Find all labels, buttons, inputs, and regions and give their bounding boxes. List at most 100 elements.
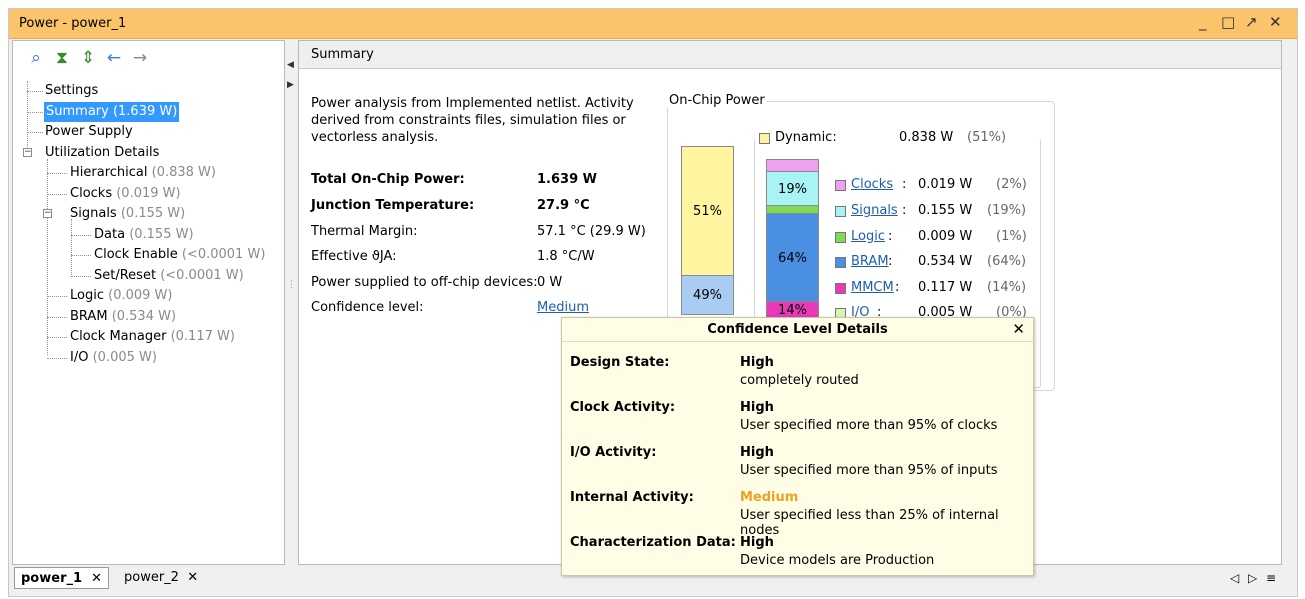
tree-item-settings[interactable]: Settings bbox=[45, 81, 98, 101]
internal-activity-level: Medium bbox=[740, 490, 799, 505]
design-state-desc: completely routed bbox=[740, 373, 859, 388]
tab-close-icon[interactable]: ✕ bbox=[187, 570, 198, 585]
tree-item-label: Data bbox=[94, 227, 126, 242]
legend-colon: : bbox=[902, 203, 907, 218]
collapse-left-arrow-icon[interactable]: ◀ bbox=[287, 60, 294, 70]
clocks-link[interactable]: Clocks bbox=[851, 177, 893, 192]
bram-link[interactable]: BRAM bbox=[851, 254, 889, 269]
tree-item-label: Clock Enable bbox=[94, 247, 178, 262]
tree-item-set-reset[interactable]: Set/Reset (<0.0001 W) bbox=[94, 266, 244, 286]
expand-all-icon[interactable]: ⇕ bbox=[77, 47, 99, 69]
collapse-signals-icon[interactable]: − bbox=[43, 209, 52, 218]
collapse-all-icon[interactable]: ⧗ bbox=[51, 47, 73, 69]
bram-segment: 64% bbox=[766, 213, 819, 302]
logic-swatch bbox=[835, 232, 846, 243]
tab-power-2[interactable]: power_2 ✕ bbox=[118, 567, 204, 589]
back-arrow-icon[interactable]: ← bbox=[103, 47, 125, 69]
tree-item-value: (0.534 W) bbox=[111, 309, 177, 324]
clock-activity-level: High bbox=[740, 400, 774, 415]
tree-item-label: BRAM bbox=[70, 309, 108, 324]
popup-close-icon[interactable]: ✕ bbox=[1012, 320, 1025, 338]
clocks-swatch bbox=[835, 180, 846, 191]
characterization-data-level: High bbox=[740, 535, 774, 550]
minimize-icon[interactable]: _ bbox=[1199, 13, 1207, 31]
tab-power-1[interactable]: power_1 ✕ bbox=[14, 567, 109, 589]
internal-activity-desc: User specified less than 25% of internal… bbox=[740, 508, 999, 538]
window-titlebar: Power - power_1 _ □ ↗ ✕ bbox=[9, 9, 1297, 39]
maximize-icon[interactable]: □ bbox=[1221, 13, 1235, 31]
tree-item-label: Clock Manager bbox=[70, 329, 167, 344]
legend-colon: : bbox=[902, 177, 907, 192]
mmcm-pct: (14%) bbox=[987, 280, 1027, 295]
dynamic-power-bar: 51% bbox=[681, 146, 734, 276]
restore-icon[interactable]: ↗ bbox=[1245, 13, 1258, 31]
thermal-margin-value: 57.1 °C (29.9 W) bbox=[537, 224, 646, 239]
thermal-margin-label: Thermal Margin: bbox=[311, 224, 418, 239]
signals-pct: (19%) bbox=[987, 203, 1027, 218]
tab-label: power_2 bbox=[124, 570, 179, 585]
tree-item-bram[interactable]: BRAM (0.534 W) bbox=[70, 307, 176, 327]
logic-link[interactable]: Logic bbox=[851, 229, 885, 244]
junction-temp-value: 27.9 °C bbox=[537, 198, 590, 213]
mmcm-link[interactable]: MMCM bbox=[851, 280, 894, 295]
confidence-level-label: Confidence level: bbox=[311, 300, 424, 315]
tree-item-label: Signals bbox=[70, 206, 117, 221]
total-power-value: 1.639 W bbox=[537, 172, 597, 187]
effective-theta-label: Effective ϑJA: bbox=[311, 249, 397, 264]
tree-item-data[interactable]: Data (0.155 W) bbox=[94, 225, 194, 245]
design-state-label: Design State: bbox=[570, 355, 670, 370]
bram-value: 0.534 W bbox=[918, 254, 973, 269]
tab-scroll-left-icon[interactable]: ◁ bbox=[1230, 571, 1239, 585]
mmcm-pct-label: 14% bbox=[778, 303, 807, 318]
tree-item-label: Set/Reset bbox=[94, 268, 157, 283]
internal-activity-label: Internal Activity: bbox=[570, 490, 694, 505]
io-activity-label: I/O Activity: bbox=[570, 445, 657, 460]
expand-right-arrow-icon[interactable]: ▶ bbox=[287, 80, 294, 90]
static-power-bar: 49% bbox=[681, 275, 734, 315]
tree-item-logic[interactable]: Logic (0.009 W) bbox=[70, 286, 172, 306]
collapse-utilization-icon[interactable]: − bbox=[23, 148, 32, 157]
tree-item-io[interactable]: I/O (0.005 W) bbox=[70, 348, 157, 368]
tree-item-value: (<0.0001 W) bbox=[181, 247, 266, 262]
io-activity-desc: User specified more than 95% of inputs bbox=[740, 463, 998, 478]
tree-item-signals[interactable]: Signals (0.155 W) bbox=[70, 204, 185, 224]
logic-value: 0.009 W bbox=[918, 229, 973, 244]
search-icon[interactable]: ⌕ bbox=[25, 47, 47, 69]
tree-item-utilization-details[interactable]: Utilization Details bbox=[45, 143, 159, 163]
signals-segment: 19% bbox=[766, 171, 819, 206]
tree-item-summary[interactable]: Summary (1.639 W) bbox=[44, 102, 180, 122]
tab-scroll-right-icon[interactable]: ▷ bbox=[1248, 571, 1257, 585]
tree-item-value: (0.009 W) bbox=[108, 288, 173, 303]
clock-activity-label: Clock Activity: bbox=[570, 400, 676, 415]
legend-colon: : bbox=[888, 254, 893, 269]
tree-item-value: (0.019 W) bbox=[116, 186, 181, 201]
tree-item-label: I/O bbox=[70, 350, 89, 365]
signals-link[interactable]: Signals bbox=[851, 203, 898, 218]
confidence-level-link[interactable]: Medium bbox=[537, 300, 589, 315]
clock-activity-desc: User specified more than 95% of clocks bbox=[740, 418, 998, 433]
close-icon[interactable]: ✕ bbox=[1269, 13, 1282, 31]
forward-arrow-icon[interactable]: → bbox=[129, 47, 151, 69]
tab-close-icon[interactable]: ✕ bbox=[91, 571, 102, 586]
legend-colon: : bbox=[895, 280, 900, 295]
bram-pct: (64%) bbox=[987, 254, 1027, 269]
tree-item-clocks[interactable]: Clocks (0.019 W) bbox=[70, 184, 181, 204]
tab-label: power_1 bbox=[21, 571, 83, 586]
summary-header: Summary bbox=[299, 41, 1281, 69]
tree-item-clock-enable[interactable]: Clock Enable (<0.0001 W) bbox=[94, 245, 265, 265]
panel-splitter[interactable]: ◀ ▶ ⋮ bbox=[285, 40, 298, 565]
on-chip-power-title: On-Chip Power bbox=[667, 93, 767, 108]
tree-item-power-supply[interactable]: Power Supply bbox=[45, 122, 133, 142]
tree-item-value: (0.155 W) bbox=[120, 206, 186, 221]
tree-item-value: (0.838 W) bbox=[151, 165, 216, 180]
bram-swatch bbox=[835, 257, 846, 268]
tree-item-label: Hierarchical bbox=[70, 165, 148, 180]
tree-item-value: (0.155 W) bbox=[129, 227, 194, 242]
analysis-description: Power analysis from Implemented netlist.… bbox=[311, 96, 634, 145]
tab-list-icon[interactable]: ≡ bbox=[1266, 571, 1276, 585]
tree-item-clock-manager[interactable]: Clock Manager (0.117 W) bbox=[70, 327, 235, 347]
tree-item-label: Logic bbox=[70, 288, 104, 303]
splitter-grip-icon[interactable]: ⋮ bbox=[287, 280, 296, 290]
tree-item-hierarchical[interactable]: Hierarchical (0.838 W) bbox=[70, 163, 216, 183]
off-chip-power-label: Power supplied to off-chip devices: bbox=[311, 275, 538, 290]
